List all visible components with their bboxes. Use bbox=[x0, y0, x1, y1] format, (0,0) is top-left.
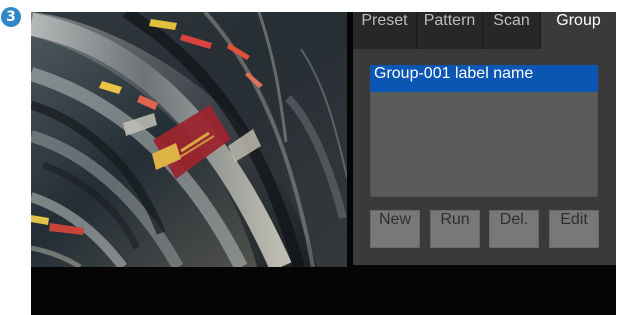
group-list-item-selected[interactable]: Group-001 label name bbox=[370, 65, 598, 92]
run-group-button[interactable]: Run bbox=[430, 210, 480, 248]
delete-group-button[interactable]: Del. bbox=[489, 210, 539, 248]
camera-control-window: Preset Pattern Scan Group Group-001 labe… bbox=[31, 12, 616, 315]
tab-preset[interactable]: Preset bbox=[353, 12, 417, 49]
camera-video-view[interactable] bbox=[31, 12, 347, 267]
new-group-button[interactable]: New bbox=[370, 210, 420, 248]
tab-group[interactable]: Group bbox=[541, 12, 616, 49]
page: 3 Preset Pattern Scan Group Group-001 la… bbox=[0, 0, 620, 315]
control-panel: Preset Pattern Scan Group Group-001 labe… bbox=[353, 12, 616, 265]
tab-scan[interactable]: Scan bbox=[483, 12, 541, 49]
camera-fisheye-image bbox=[31, 12, 347, 267]
edit-group-button[interactable]: Edit bbox=[549, 210, 599, 248]
tab-bar: Preset Pattern Scan Group bbox=[353, 12, 616, 49]
step-number-badge: 3 bbox=[1, 7, 21, 27]
group-list[interactable]: Group-001 label name bbox=[370, 65, 598, 197]
image-shade bbox=[31, 12, 347, 267]
tab-pattern[interactable]: Pattern bbox=[417, 12, 483, 49]
